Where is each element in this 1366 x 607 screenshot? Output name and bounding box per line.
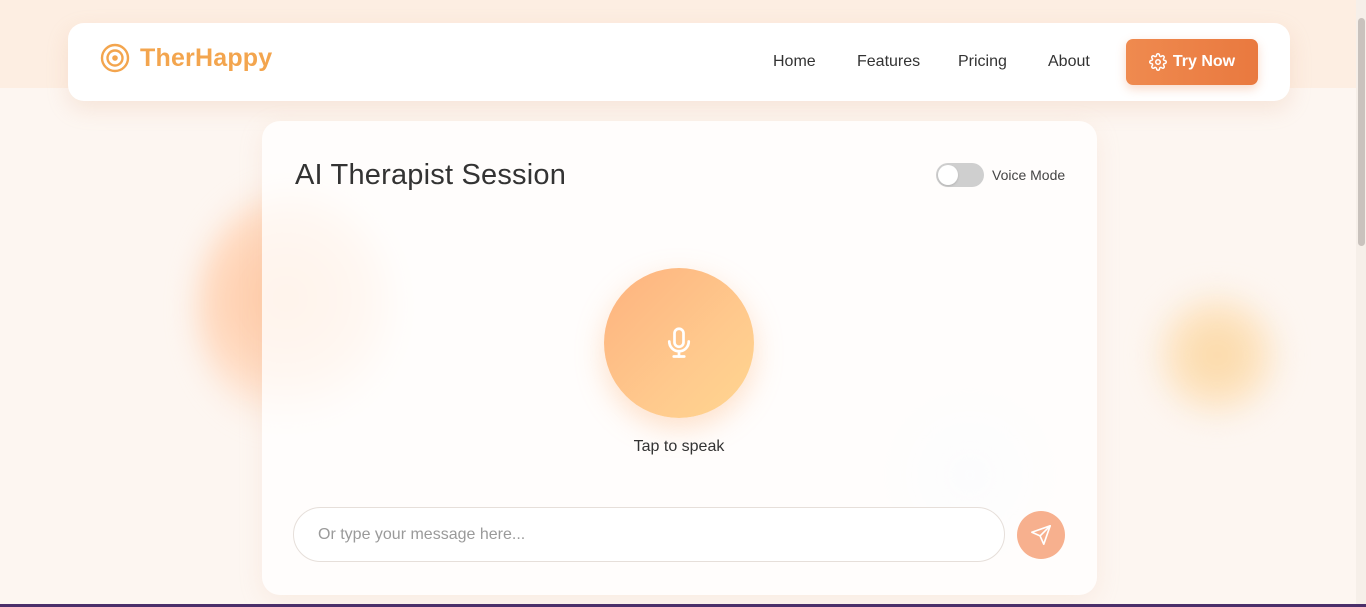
try-now-label: Try Now bbox=[1172, 53, 1236, 70]
decorative-blob bbox=[1152, 290, 1282, 420]
microphone-icon bbox=[667, 327, 691, 358]
send-button[interactable] bbox=[1017, 511, 1065, 559]
mic-caption: Tap to speak bbox=[633, 438, 725, 455]
try-now-button[interactable]: Try Now bbox=[1126, 39, 1258, 85]
gear-icon bbox=[1148, 53, 1167, 71]
session-card: AI Therapist Session Voice Mode Tap to s… bbox=[262, 121, 1097, 595]
nav-link-about[interactable]: About bbox=[1048, 53, 1090, 71]
session-title: AI Therapist Session bbox=[295, 159, 567, 191]
brand-name: TherHappy bbox=[140, 43, 273, 72]
nav-link-home[interactable]: Home bbox=[773, 53, 816, 71]
toggle-knob bbox=[938, 165, 958, 185]
voice-mode-label: Voice Mode bbox=[992, 167, 1066, 183]
brand-logo[interactable]: TherHappy bbox=[100, 43, 272, 73]
scrollbar-thumb[interactable] bbox=[1358, 18, 1365, 246]
message-input[interactable] bbox=[293, 507, 1005, 562]
target-icon bbox=[100, 43, 130, 73]
navbar: TherHappy Home Features Pricing About Tr… bbox=[68, 23, 1290, 101]
mic-button[interactable] bbox=[604, 268, 754, 418]
voice-mode-toggle[interactable] bbox=[936, 163, 984, 187]
nav-link-pricing[interactable]: Pricing bbox=[958, 53, 1007, 71]
send-icon bbox=[1031, 525, 1051, 545]
nav-link-features[interactable]: Features bbox=[857, 53, 920, 71]
